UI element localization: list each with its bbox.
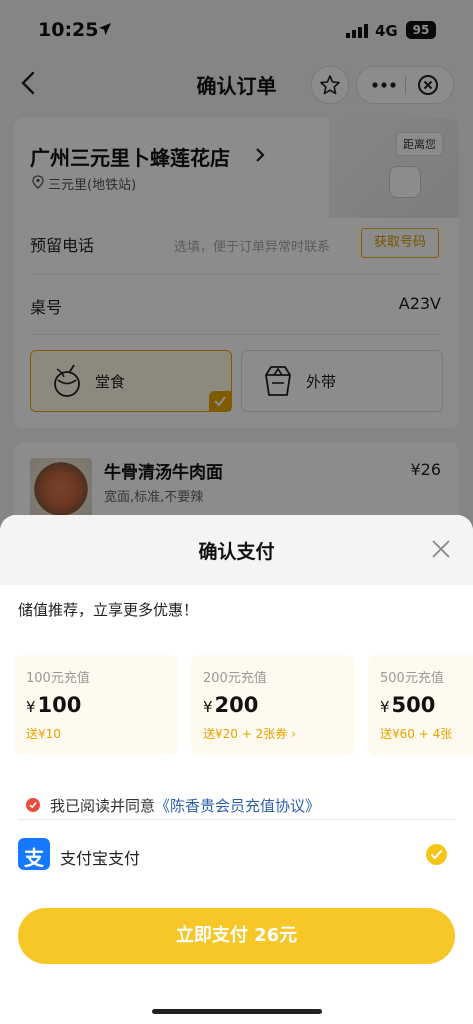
check-icon bbox=[430, 849, 443, 860]
recharge-amount: ¥500 bbox=[380, 693, 435, 717]
recharge-title: 200元充值 bbox=[203, 671, 267, 686]
recharge-promo-text: 储值推荐，立享更多优惠！ bbox=[18, 601, 199, 619]
payment-method-radio[interactable] bbox=[426, 844, 447, 865]
recharge-amount-value: 500 bbox=[391, 693, 436, 717]
recharge-gift: 送¥60 + 4张 bbox=[380, 727, 453, 741]
divider bbox=[18, 819, 455, 820]
recharge-option-100[interactable]: 100元充值 ¥100 送¥10 bbox=[14, 655, 178, 755]
recharge-amount: ¥100 bbox=[26, 693, 81, 717]
order-page: 10:25 4G 95 确认订单 距离您 广州三元里卜蜂莲花店 三元里(地铁站) bbox=[0, 0, 473, 1024]
payment-method-label[interactable]: 支付宝支付 bbox=[60, 845, 140, 869]
sheet-header: 确认支付 bbox=[0, 515, 473, 585]
chevron-right-icon: › bbox=[291, 727, 296, 741]
agreement-text: 我已阅读并同意《陈香贵会员充值协议》 bbox=[50, 795, 320, 816]
alipay-logo-char: 支 bbox=[24, 846, 44, 870]
recharge-gift-text: 送¥20 + 2张券 bbox=[203, 727, 288, 741]
recharge-amount-value: 200 bbox=[214, 693, 259, 717]
home-indicator bbox=[152, 1009, 322, 1014]
sheet-title: 确认支付 bbox=[198, 541, 275, 563]
recharge-options: 100元充值 ¥100 送¥10 200元充值 ¥200 送¥20 + 2张券 … bbox=[14, 655, 473, 759]
recharge-gift: 送¥20 + 2张券 › bbox=[203, 725, 296, 742]
agreement-checkbox[interactable] bbox=[26, 798, 40, 812]
payment-sheet: 确认支付 储值推荐，立享更多优惠！ 100元充值 ¥100 送¥10 200元充… bbox=[0, 515, 473, 1024]
recharge-gift: 送¥10 bbox=[26, 727, 61, 741]
recharge-title: 500元充值 bbox=[380, 671, 444, 686]
agreement-prefix: 我已阅读并同意 bbox=[50, 797, 156, 815]
currency-symbol: ¥ bbox=[26, 698, 36, 716]
pay-now-button[interactable]: 立即支付 26元 bbox=[18, 908, 455, 964]
recharge-title: 100元充值 bbox=[26, 671, 90, 686]
recharge-option-200[interactable]: 200元充值 ¥200 送¥20 + 2张券 › bbox=[191, 655, 355, 755]
alipay-icon: 支 bbox=[18, 838, 50, 870]
close-icon[interactable] bbox=[431, 539, 451, 559]
agreement-link[interactable]: 《陈香贵会员充值协议》 bbox=[155, 797, 320, 815]
recharge-option-500[interactable]: 500元充值 ¥500 送¥60 + 4张 bbox=[368, 655, 473, 755]
check-icon bbox=[29, 802, 37, 809]
recharge-amount-value: 100 bbox=[37, 693, 82, 717]
recharge-amount: ¥200 bbox=[203, 693, 258, 717]
currency-symbol: ¥ bbox=[203, 698, 213, 716]
currency-symbol: ¥ bbox=[380, 698, 390, 716]
